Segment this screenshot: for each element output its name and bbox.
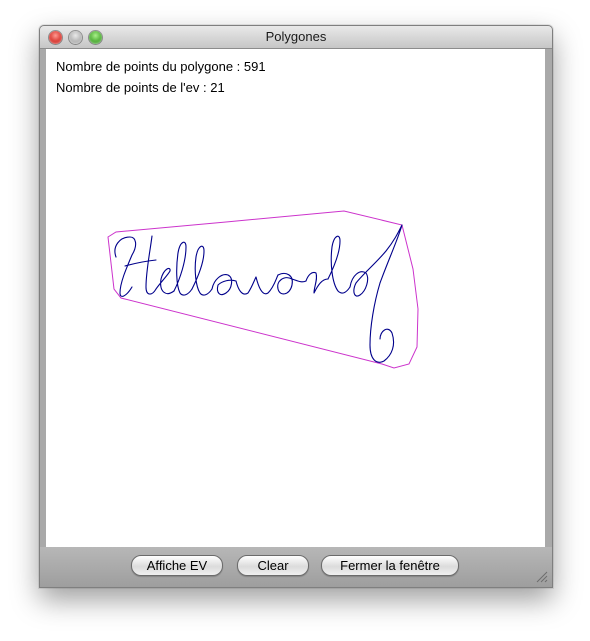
- polygones-window: Polygones Nombre de points du polygone :…: [39, 25, 553, 588]
- letter-e-stroke: [155, 267, 175, 295]
- button-bar: Affiche EV Clear Fermer la fenêtre: [40, 547, 552, 587]
- letter-o2-stroke: [277, 272, 307, 295]
- polygon-drawing: [107, 210, 419, 369]
- close-window-button[interactable]: Fermer la fenêtre: [321, 555, 459, 576]
- letter-w-stroke: [235, 274, 279, 295]
- letter-r-stroke: [305, 271, 329, 294]
- resize-grip-icon[interactable]: [534, 569, 548, 583]
- clear-button[interactable]: Clear: [237, 555, 309, 576]
- handwriting-stroke: [114, 224, 403, 363]
- letter-o-stroke: [211, 274, 237, 296]
- window-title: Polygones: [265, 29, 327, 44]
- letter-d-stroke: [349, 224, 403, 363]
- letter-h-stroke: [114, 235, 157, 297]
- letter-l3-stroke: [327, 235, 351, 294]
- letter-l1-stroke: [173, 241, 193, 296]
- letter-l2-stroke: [191, 245, 213, 296]
- convex-hull-polygon: [107, 210, 419, 369]
- drawing-canvas[interactable]: Nombre de points du polygone : 591 Nombr…: [46, 49, 545, 547]
- title-bar[interactable]: Polygones: [40, 26, 552, 49]
- affiche-ev-button[interactable]: Affiche EV: [131, 555, 223, 576]
